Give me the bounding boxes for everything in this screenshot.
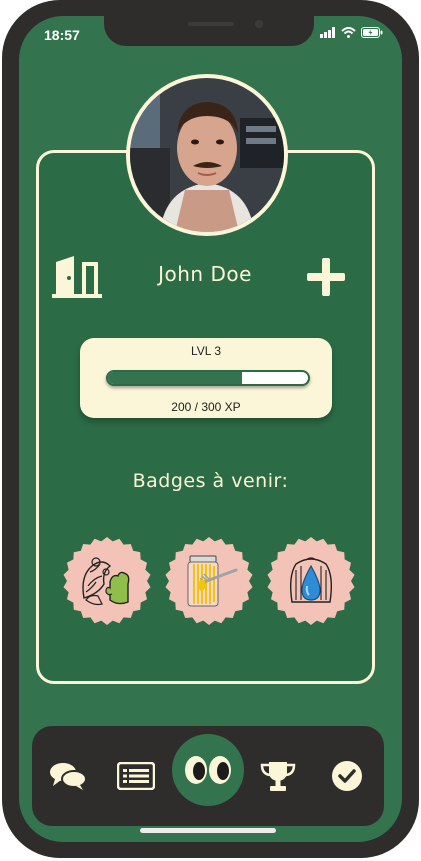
trophy-icon [260,762,296,791]
avatar[interactable] [126,74,288,236]
status-icons [320,27,383,38]
gardening-badge[interactable] [62,536,152,626]
door-exit-icon [52,256,102,298]
tab-eyes[interactable] [172,734,244,806]
signal-icon [320,27,335,38]
home-indicator[interactable] [140,828,276,833]
list-icon [117,762,155,790]
water-drop-badge-icon [267,537,355,625]
user-name: John Doe [158,262,252,286]
gardening-badge-icon [63,537,151,625]
level-label: LVL 3 [190,344,222,358]
xp-progress-fill [108,372,242,384]
water-drop-badge[interactable] [266,536,356,626]
tab-check[interactable] [327,760,367,792]
add-button[interactable] [307,258,345,300]
logout-button[interactable] [52,254,104,302]
tab-trophy[interactable] [258,760,298,792]
avatar-photo [130,78,284,232]
status-time: 18:57 [44,27,80,43]
check-icon [332,761,362,791]
xp-label: 200 / 300 XP [171,400,241,414]
plus-icon [307,258,345,296]
tab-chat[interactable] [48,760,88,792]
chat-icon [50,763,87,790]
speaker [188,22,234,26]
xp-progress-bar [106,370,310,386]
camera [255,20,263,28]
eyes-icon [185,756,231,784]
notch [104,16,314,46]
avatar-image [130,78,284,232]
tab-list[interactable] [116,760,156,792]
battery-icon [361,27,383,38]
pasta-jar-badge[interactable] [164,536,254,626]
level-box: LVL 3 200 / 300 XP [80,338,332,418]
badges-title: Badges à venir: [132,470,289,492]
wifi-icon [341,27,356,38]
pasta-jar-badge-icon [165,537,253,625]
